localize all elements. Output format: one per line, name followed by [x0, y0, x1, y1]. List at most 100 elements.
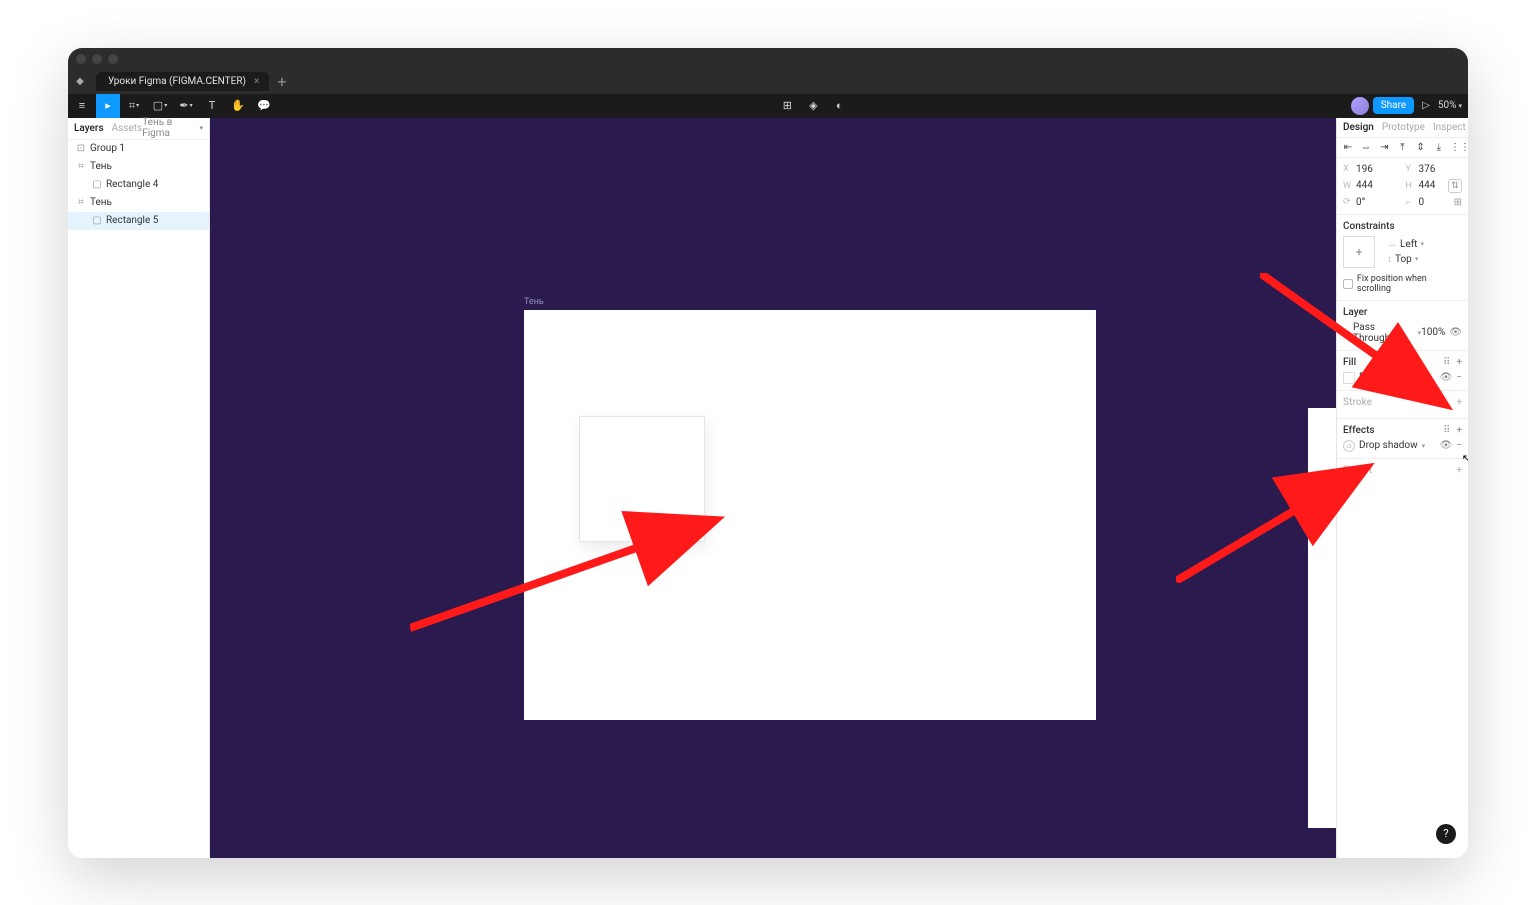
export-section: Export + — [1337, 459, 1468, 486]
text-tool[interactable]: T — [200, 94, 224, 118]
distribute-icon[interactable]: ⋮⋮ — [1450, 142, 1464, 153]
align-hcenter-icon[interactable]: ⇔ — [1359, 142, 1373, 153]
add-export-icon[interactable]: + — [1456, 465, 1462, 476]
assets-tab[interactable]: Assets — [112, 123, 143, 134]
stroke-section: Stroke + — [1337, 391, 1468, 419]
frame-label[interactable]: Тень — [524, 297, 544, 307]
layer-section: Layer ◐Pass Through▾ 100% 👁 — [1337, 301, 1468, 351]
visibility-icon[interactable]: 👁 — [1449, 327, 1462, 338]
layer-group[interactable]: ⊡Group 1 — [68, 140, 209, 158]
fix-position-checkbox[interactable]: Fix position when scrolling — [1343, 274, 1462, 294]
hand-tool[interactable]: ✋ — [226, 94, 250, 118]
present-icon[interactable]: ▷ — [1418, 100, 1434, 111]
position-section: X196 Y376 W444 H444⇅ ⟳0° ⌐0⊞ — [1337, 158, 1468, 215]
remove-effect-icon[interactable]: − — [1456, 440, 1462, 451]
rect-icon: ▢ — [92, 215, 102, 226]
close-tab-icon[interactable]: × — [254, 76, 259, 87]
mask-icon[interactable]: ◈ — [801, 94, 825, 118]
frame-tool[interactable]: ⌗▾ — [122, 94, 146, 118]
constraints-section: Constraints + ↔Left▾ ↕Top▾ Fix position … — [1337, 215, 1468, 301]
canvas-frame-peek — [1308, 408, 1336, 828]
section-title: Fill — [1343, 357, 1356, 368]
document-tab[interactable]: Уроки Figma (FIGMA.CENTER) × — [96, 72, 269, 91]
section-title: Constraints — [1343, 221, 1395, 232]
menu-icon[interactable]: ≡ — [70, 94, 94, 118]
layers-tab[interactable]: Layers — [74, 123, 104, 134]
visibility-icon[interactable]: 👁 — [1440, 372, 1453, 383]
properties-panel: Design Prototype Inspect ⇤ ⇔ ⇥ ⤒ ⇕ ⤓ ⋮⋮ … — [1336, 118, 1468, 858]
constraint-h-dropdown[interactable]: ↔Left▾ — [1387, 239, 1424, 250]
traffic-light-zoom[interactable] — [108, 54, 118, 64]
checkbox-icon — [1343, 279, 1353, 289]
page-selector[interactable]: Тень в Figma▾ — [142, 117, 203, 139]
section-title: Export — [1343, 465, 1372, 476]
group-icon: ⊡ — [76, 143, 86, 154]
lock-aspect-icon[interactable]: ⇅ — [1448, 179, 1462, 193]
scroll-shadow — [1336, 118, 1337, 658]
rotation-field[interactable]: ⟳0° — [1343, 197, 1400, 208]
constraint-widget[interactable]: + — [1343, 236, 1375, 268]
layer-frame[interactable]: ⌗Тень — [68, 158, 209, 176]
prototype-tab[interactable]: Prototype — [1382, 122, 1425, 133]
user-avatar[interactable] — [1351, 97, 1369, 115]
zoom-value: 50% — [1438, 100, 1457, 111]
alignment-controls: ⇤ ⇔ ⇥ ⤒ ⇕ ⤓ ⋮⋮ — [1337, 138, 1468, 158]
canvas-rectangle-shadow[interactable] — [579, 416, 705, 542]
layers-panel: Layers Assets Тень в Figma▾ ⊡Group 1 ⌗Те… — [68, 118, 210, 858]
visibility-icon[interactable]: 👁 — [1440, 440, 1453, 451]
add-fill-icon[interactable]: + — [1456, 357, 1462, 368]
layer-rectangle-selected[interactable]: ▢Rectangle 5 — [68, 212, 209, 230]
figma-logo-icon[interactable]: ◆ — [68, 70, 92, 94]
y-field[interactable]: Y376 — [1406, 164, 1463, 175]
tab-title: Уроки Figma (FIGMA.CENTER) — [108, 76, 246, 87]
blend-mode-dropdown[interactable]: ◐Pass Through▾ — [1343, 322, 1421, 344]
window-titlebar — [68, 48, 1468, 70]
tab-bar: ◆ Уроки Figma (FIGMA.CENTER) × + — [68, 70, 1468, 94]
zoom-dropdown[interactable]: 50%▾ — [1438, 100, 1462, 111]
align-right-icon[interactable]: ⇥ — [1377, 142, 1391, 153]
align-vcenter-icon[interactable]: ⇕ — [1414, 142, 1428, 153]
help-button[interactable]: ? — [1436, 824, 1456, 844]
effect-dropdown[interactable]: ☼Drop shadow▾ — [1343, 440, 1425, 452]
move-tool[interactable]: ▸ — [96, 94, 120, 118]
inspect-tab[interactable]: Inspect — [1433, 122, 1466, 133]
boolean-icon[interactable]: ◐ — [827, 94, 851, 118]
align-top-icon[interactable]: ⤒ — [1395, 142, 1409, 153]
cursor-icon: ↖ — [1462, 452, 1468, 465]
constraint-v-dropdown[interactable]: ↕Top▾ — [1387, 254, 1424, 265]
fill-color[interactable]: FFFFFF — [1343, 372, 1392, 384]
corner-radius-field[interactable]: ⌐0⊞ — [1406, 197, 1463, 208]
frame-icon: ⌗ — [76, 161, 86, 172]
width-field[interactable]: W444 — [1343, 179, 1400, 193]
opacity-field[interactable]: 100% — [1421, 327, 1445, 338]
design-tab[interactable]: Design — [1343, 122, 1374, 133]
align-left-icon[interactable]: ⇤ — [1341, 142, 1355, 153]
comment-tool[interactable]: 💬 — [252, 94, 276, 118]
frame-icon: ⌗ — [76, 197, 86, 208]
canvas[interactable]: Тень — [210, 118, 1336, 858]
figma-window: ◆ Уроки Figma (FIGMA.CENTER) × + ≡ ▸ ⌗▾ … — [68, 48, 1468, 858]
layer-rectangle[interactable]: ▢Rectangle 4 — [68, 176, 209, 194]
align-bottom-icon[interactable]: ⤓ — [1432, 142, 1446, 153]
pen-tool[interactable]: ✒▾ — [174, 94, 198, 118]
styles-icon[interactable]: ⠿ — [1443, 357, 1450, 368]
main-toolbar: ≡ ▸ ⌗▾ ▢▾ ✒▾ T ✋ 💬 ⊞ ◈ ◐ Share ▷ 50%▾ — [68, 94, 1468, 118]
add-effect-icon[interactable]: + — [1456, 425, 1462, 436]
styles-icon[interactable]: ⠿ — [1443, 425, 1450, 436]
traffic-light-minimize[interactable] — [92, 54, 102, 64]
section-title: Layer — [1343, 307, 1367, 318]
layer-frame[interactable]: ⌗Тень — [68, 194, 209, 212]
independent-corners-icon[interactable]: ⊞ — [1454, 197, 1462, 208]
shape-tool[interactable]: ▢▾ — [148, 94, 172, 118]
share-button[interactable]: Share — [1373, 97, 1414, 114]
height-field[interactable]: H444⇅ — [1406, 179, 1463, 193]
rect-icon: ▢ — [92, 179, 102, 190]
remove-fill-icon[interactable]: − — [1456, 372, 1462, 383]
add-stroke-icon[interactable]: + — [1456, 397, 1462, 408]
traffic-light-close[interactable] — [76, 54, 86, 64]
x-field[interactable]: X196 — [1343, 164, 1400, 175]
section-title: Effects — [1343, 425, 1375, 436]
effect-settings-icon[interactable]: ☼ — [1343, 440, 1355, 452]
add-tab-icon[interactable]: + — [277, 72, 286, 91]
component-icon[interactable]: ⊞ — [775, 94, 799, 118]
